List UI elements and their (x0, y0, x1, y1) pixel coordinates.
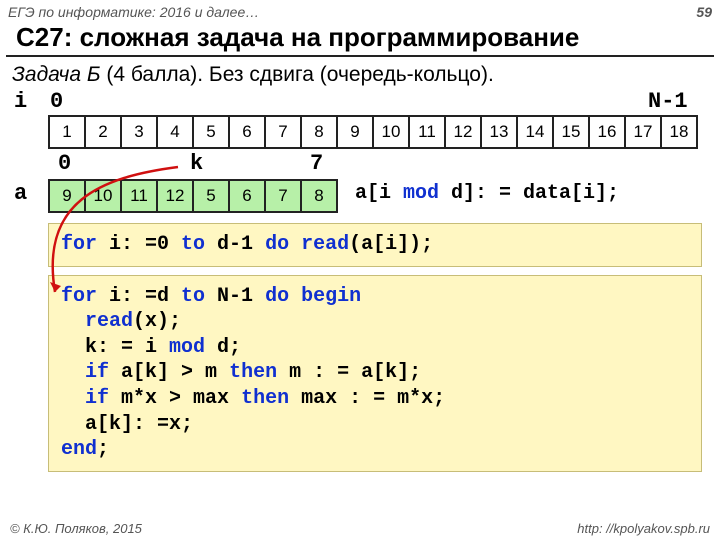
copyright: © К.Ю. Поляков, 2015 (10, 521, 142, 536)
page-number: 59 (696, 4, 712, 20)
k-labels: 0 k 7 (0, 151, 720, 179)
subtitle: Задача Б (4 балла). Без сдвига (очередь-… (0, 57, 720, 89)
index-row: 123456789101112131415161718 (48, 115, 698, 149)
zero-label: 0 (50, 89, 63, 114)
assignment: a[i mod d]: = data[i]; (355, 182, 619, 205)
index-labels: i 0 N-1 (0, 89, 720, 115)
n-1-label: N-1 (648, 89, 688, 114)
slide-header: ЕГЭ по информатике: 2016 и далее… 59 (0, 0, 720, 20)
a-row: 91011125678 (48, 179, 338, 213)
url: http: //kpolyakov.spb.ru (577, 521, 710, 536)
a-label: a (14, 181, 27, 206)
footer: © К.Ю. Поляков, 2015 http: //kpolyakov.s… (0, 521, 720, 536)
i-label: i (14, 89, 27, 114)
code-block-1: for i: =0 to d-1 do read(a[i]); (48, 223, 702, 267)
code-block-2: for i: =d to N-1 do begin read(x); k: = … (48, 275, 702, 472)
header-left: ЕГЭ по информатике: 2016 и далее… (8, 4, 259, 20)
slide-title: C27: сложная задача на программирование (6, 20, 714, 57)
